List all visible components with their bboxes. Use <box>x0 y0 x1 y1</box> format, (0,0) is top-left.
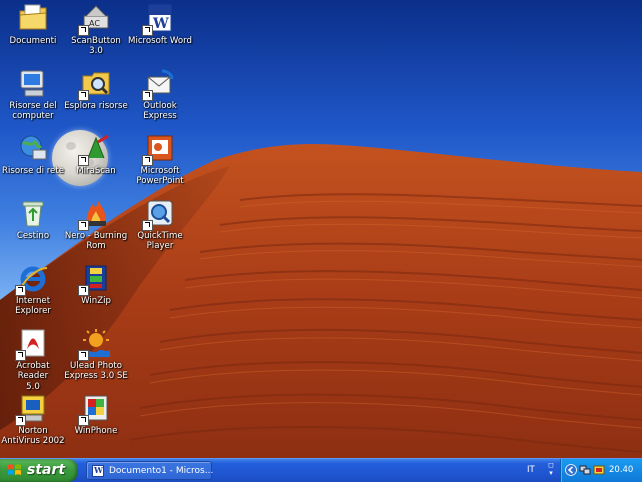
desktop-icon-powerpoint[interactable]: Microsoft PowerPoint <box>127 132 193 187</box>
desktop-icon-acrobat-reader[interactable]: Acrobat Reader 5.0 <box>0 327 66 392</box>
start-label: start <box>27 462 66 478</box>
clock[interactable]: 20.40 <box>609 464 633 476</box>
network-places-icon <box>17 132 49 164</box>
acrobat-reader-icon <box>15 327 49 361</box>
norton-antivirus-icon <box>15 392 49 426</box>
winphone-icon <box>78 392 112 426</box>
desktop-icon-label: Risorse di rete <box>2 166 64 176</box>
language-indicator[interactable]: IT <box>527 464 535 476</box>
desktop-icon-winzip[interactable]: WinZip <box>63 262 129 306</box>
windows-logo-icon <box>8 464 21 475</box>
desktop-icon-label: WinPhone <box>74 426 118 436</box>
desktop-icon-winphone[interactable]: WinPhone <box>63 392 129 436</box>
desktop-icon-label: Ulead Photo Express 3.0 SE <box>64 361 128 382</box>
desktop-icon-scanbutton[interactable]: AC ScanButton 3.0 <box>63 2 129 57</box>
desktop-icon-label: MiraScan <box>76 166 116 176</box>
desktop-icon-outlook-express[interactable]: Outlook Express <box>127 67 193 122</box>
desktop-icon-label: Cestino <box>16 231 50 241</box>
desktop-icon-label: Acrobat Reader 5.0 <box>16 361 50 392</box>
antivirus-tray-icon[interactable] <box>593 464 605 476</box>
desktop-icon-label: Documenti <box>9 36 57 46</box>
desktop-icon-label: QuickTime Player <box>137 231 183 252</box>
desktop-icon-ulead-photo[interactable]: Ulead Photo Express 3.0 SE <box>63 327 129 382</box>
taskbar: start Documento1 - Micros... IT ◻▾ 20.40 <box>0 458 642 482</box>
desktop-icon-microsoft-word[interactable]: W Microsoft Word <box>127 2 193 46</box>
system-tray: 20.40 <box>560 459 642 482</box>
desktop-icon-esplora-risorse[interactable]: Esplora risorse <box>63 67 129 111</box>
desktop-icon-label: Norton AntiVirus 2002 <box>1 426 65 447</box>
back-arrow-tray-icon[interactable] <box>565 464 577 476</box>
desktop: Documenti Risorse del computer Risorse d… <box>0 0 642 458</box>
desktop-icon-mirascan[interactable]: MiraScan <box>63 132 129 176</box>
quicktime-icon <box>142 197 176 231</box>
powerpoint-icon <box>142 132 176 166</box>
desktop-icon-label: Microsoft PowerPoint <box>136 166 184 187</box>
word-icon: W <box>142 2 176 36</box>
desktop-icon-cestino[interactable]: Cestino <box>0 197 66 241</box>
desktop-icon-label: Nero - Burning Rom <box>64 231 128 252</box>
recycle-bin-icon <box>17 197 49 229</box>
desktop-icon-risorse-rete[interactable]: Risorse di rete <box>0 132 66 176</box>
network-tray-icon[interactable] <box>579 464 591 476</box>
mirascan-icon <box>78 132 112 166</box>
desktop-icon-label: Esplora risorse <box>64 101 128 111</box>
desktop-icon-label: Risorse del computer <box>9 101 57 122</box>
svg-text:W: W <box>152 16 169 32</box>
desktop-icon-internet-explorer[interactable]: Internet Explorer <box>0 262 66 317</box>
internet-explorer-icon <box>15 262 49 296</box>
desktop-icon-documenti[interactable]: Documenti <box>0 2 66 46</box>
desktop-icon-label: WinZip <box>81 296 111 306</box>
desktop-icon-label: Outlook Express <box>143 101 177 122</box>
language-switch-icon[interactable]: ◻ ▾ <box>546 461 556 479</box>
scanbutton-icon: AC <box>78 2 112 36</box>
my-computer-icon <box>17 67 49 99</box>
desktop-icon-risorse-computer[interactable]: Risorse del computer <box>0 67 66 122</box>
winzip-icon <box>78 262 112 296</box>
svg-text:AC: AC <box>89 19 100 28</box>
desktop-icon-nero[interactable]: Nero - Burning Rom <box>63 197 129 252</box>
taskbar-window-label: Documento1 - Micros... <box>109 466 214 476</box>
word-document-icon <box>92 465 104 477</box>
desktop-icon-quicktime[interactable]: QuickTime Player <box>127 197 193 252</box>
desktop-icon-norton-antivirus[interactable]: Norton AntiVirus 2002 <box>0 392 66 447</box>
taskbar-window-button[interactable]: Documento1 - Micros... <box>86 461 214 480</box>
desktop-icon-label: Microsoft Word <box>128 36 192 46</box>
nero-icon <box>78 197 112 231</box>
my-documents-icon <box>17 2 49 34</box>
ulead-photo-icon <box>78 327 112 361</box>
outlook-express-icon <box>142 67 176 101</box>
desktop-icon-label: ScanButton 3.0 <box>71 36 121 57</box>
start-button[interactable]: start <box>0 459 78 482</box>
explorer-icon <box>78 67 112 101</box>
desktop-icon-label: Internet Explorer <box>15 296 51 317</box>
